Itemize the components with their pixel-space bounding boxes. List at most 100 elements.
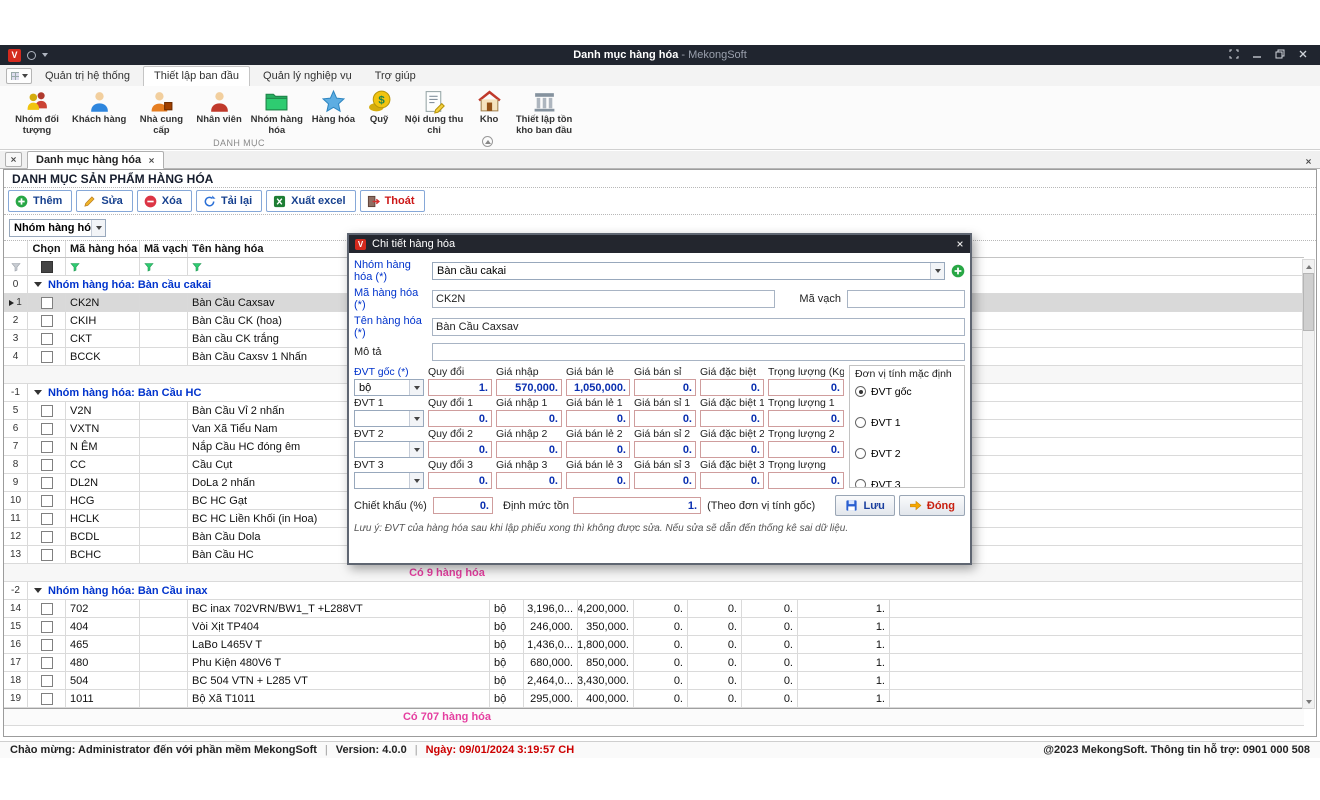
dropdown-button[interactable] — [409, 411, 423, 426]
discount-input[interactable] — [433, 497, 493, 514]
close-view-button[interactable] — [5, 152, 22, 167]
ribbon-button-kho[interactable]: Kho — [467, 88, 511, 127]
ribbon-button-nhom-doi-tuong[interactable]: Nhóm đối tượng — [4, 88, 70, 138]
save-button[interactable]: Lưu — [835, 495, 894, 516]
toolbar-button-xoa[interactable]: Xóa — [137, 190, 192, 212]
ribbon-button-noi-dung-thu-chi[interactable]: Nội dung thu chi — [401, 88, 467, 138]
row-checkbox[interactable] — [41, 495, 53, 507]
scrollbar-thumb[interactable] — [1303, 273, 1314, 331]
row-checkbox[interactable] — [41, 477, 53, 489]
column-header-code[interactable]: Mã hàng hóa — [66, 241, 140, 257]
toolbar-button-them[interactable]: Thêm — [8, 190, 72, 212]
row-checkbox[interactable] — [41, 459, 53, 471]
row-checkbox[interactable] — [41, 351, 53, 363]
default-unit-option[interactable]: ĐVT 2 — [855, 445, 959, 462]
table-row[interactable]: 18504BC 504 VTN + L285 VTbộ2,464,0...3,4… — [4, 672, 1304, 690]
ribbon-button-thiet-lap-ton-kho[interactable]: Thiết lập tồn kho ban đầu — [511, 88, 577, 138]
collapse-icon[interactable] — [34, 390, 42, 395]
ribbon-collapse-button[interactable] — [482, 136, 493, 147]
default-unit-option[interactable]: ĐVT gốc — [855, 383, 959, 400]
dropdown-button[interactable] — [409, 473, 423, 488]
unit-value-input[interactable] — [496, 472, 562, 489]
unit-value-input[interactable] — [496, 379, 562, 396]
unit-value-input[interactable] — [634, 472, 696, 489]
unit-select[interactable] — [354, 410, 424, 427]
row-checkbox[interactable] — [41, 657, 53, 669]
vertical-scrollbar[interactable] — [1302, 259, 1315, 709]
table-row[interactable]: 17480Phu Kiện 480V6 Tbộ680,000.850,000.0… — [4, 654, 1304, 672]
row-checkbox[interactable] — [41, 675, 53, 687]
quick-access-dropdown-icon[interactable] — [42, 53, 48, 57]
toolbar-button-thoat[interactable]: Thoát — [360, 190, 425, 212]
tab-danh-muc-hang-hoa[interactable]: Danh mục hàng hóa — [27, 151, 164, 169]
default-unit-option[interactable]: ĐVT 1 — [855, 414, 959, 431]
dialog-close-icon[interactable] — [956, 240, 964, 248]
filter-cell-num[interactable] — [4, 258, 28, 275]
ribbon-button-khach-hang[interactable]: Khách hàng — [70, 88, 128, 127]
row-checkbox[interactable] — [41, 549, 53, 561]
unit-value-input[interactable] — [566, 410, 630, 427]
unit-value-input[interactable] — [700, 472, 764, 489]
default-unit-option[interactable]: ĐVT 3 — [855, 476, 959, 488]
ribbon-button-hang-hoa[interactable]: Hàng hóa — [310, 88, 357, 127]
unit-value-input[interactable] — [700, 379, 764, 396]
table-row[interactable]: 14702BC inax 702VRN/BW1_T +L288VTbộ3,196… — [4, 600, 1304, 618]
product-name-input[interactable] — [432, 318, 965, 336]
unit-value-input[interactable] — [768, 379, 844, 396]
application-menu-button[interactable] — [6, 68, 32, 84]
filter-cell-barcode[interactable] — [140, 258, 188, 275]
select-all-checkbox[interactable] — [41, 261, 53, 273]
group-filter-select[interactable]: Nhóm hàng hóa — [9, 219, 106, 237]
add-group-button[interactable] — [951, 264, 965, 278]
dropdown-button[interactable] — [409, 442, 423, 457]
row-checkbox[interactable] — [41, 603, 53, 615]
unit-value-input[interactable] — [428, 379, 492, 396]
unit-value-input[interactable] — [566, 379, 630, 396]
fullscreen-icon[interactable] — [1229, 49, 1239, 62]
dialog-titlebar[interactable]: V Chi tiết hàng hóa — [349, 235, 970, 253]
unit-value-input[interactable] — [428, 472, 492, 489]
close-icon[interactable] — [1298, 49, 1308, 62]
dropdown-button[interactable] — [91, 220, 105, 236]
unit-value-input[interactable] — [428, 441, 492, 458]
unit-value-input[interactable] — [768, 441, 844, 458]
barcode-input[interactable] — [847, 290, 965, 308]
unit-select[interactable] — [354, 441, 424, 458]
minimize-icon[interactable] — [1252, 49, 1262, 62]
unit-value-input[interactable] — [634, 441, 696, 458]
unit-value-input[interactable] — [700, 441, 764, 458]
dropdown-button[interactable] — [930, 263, 944, 279]
unit-value-input[interactable] — [634, 379, 696, 396]
filter-cell-chon[interactable] — [28, 258, 66, 275]
table-row[interactable]: 191011Bộ Xã T1011bộ295,000.400,000.0.0.0… — [4, 690, 1304, 708]
table-row[interactable]: 16465LaBo L465V Tbộ1,436,0...1,800,000.0… — [4, 636, 1304, 654]
row-checkbox[interactable] — [41, 297, 53, 309]
ribbon-button-quy[interactable]: $Quỹ — [357, 88, 401, 127]
unit-value-input[interactable] — [496, 410, 562, 427]
group-row[interactable]: -2Nhóm hàng hóa: Bàn Cầu inax — [4, 582, 1304, 600]
unit-value-input[interactable] — [768, 410, 844, 427]
description-input[interactable] — [432, 343, 965, 361]
restore-icon[interactable] — [1275, 49, 1285, 62]
row-checkbox[interactable] — [41, 333, 53, 345]
ribbon-tab-quản-lý-nghiệp-vụ[interactable]: Quản lý nghiệp vụ — [253, 67, 362, 86]
collapse-icon[interactable] — [34, 588, 42, 593]
close-button[interactable]: Đóng — [899, 495, 965, 516]
ribbon-button-nha-cung-cap[interactable]: Nhà cung cấp — [128, 88, 194, 138]
unit-value-input[interactable] — [768, 472, 844, 489]
ribbon-button-nhom-hang-hoa[interactable]: Nhóm hàng hóa — [244, 88, 310, 138]
toolbar-button-xuat-excel[interactable]: Xuất excel — [266, 190, 355, 212]
row-checkbox[interactable] — [41, 693, 53, 705]
toolbar-button-tai-lai[interactable]: Tải lại — [196, 190, 262, 212]
dropdown-button[interactable] — [409, 380, 423, 395]
product-group-select[interactable]: Bàn cầu cakai — [432, 262, 945, 280]
toolbar-button-sua[interactable]: Sửa — [76, 190, 132, 212]
unit-value-input[interactable] — [566, 472, 630, 489]
unit-select[interactable]: bộ — [354, 379, 424, 396]
table-row[interactable]: 15404Vòi Xịt TP404bộ246,000.350,000.0.0.… — [4, 618, 1304, 636]
row-checkbox[interactable] — [41, 621, 53, 633]
unit-value-input[interactable] — [566, 441, 630, 458]
collapse-icon[interactable] — [34, 282, 42, 287]
column-header-num[interactable] — [4, 241, 28, 257]
ribbon-tab-trợ-giúp[interactable]: Trợ giúp — [365, 67, 426, 86]
